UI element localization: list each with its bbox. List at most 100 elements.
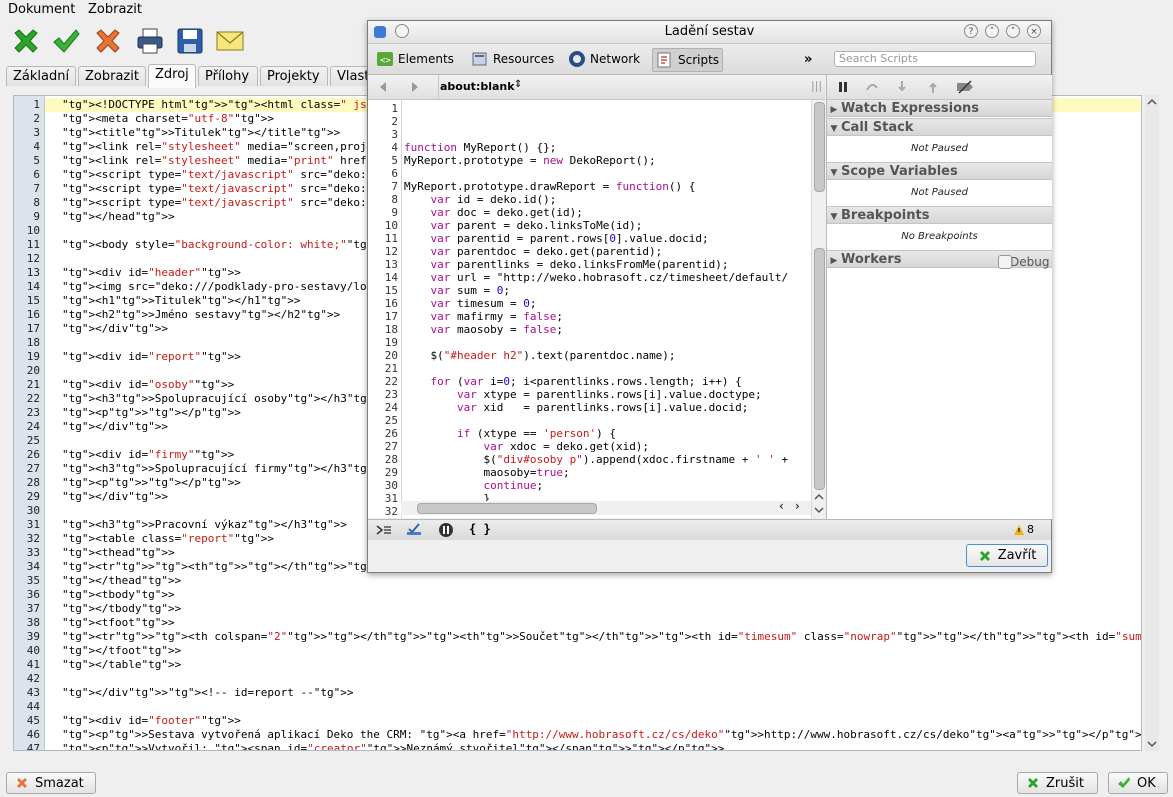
tab-resources[interactable]: Resources [471, 48, 554, 70]
console-icon[interactable] [376, 523, 392, 537]
script-line-number[interactable]: 18 [370, 323, 398, 336]
checkmark-icon[interactable] [49, 24, 83, 58]
script-line-number[interactable]: 27 [370, 440, 398, 453]
script-vscroll-thumb[interactable] [814, 102, 825, 192]
save-icon[interactable] [173, 24, 207, 58]
code-line[interactable]: "tg"></thead"tg">> [62, 574, 181, 587]
print-icon[interactable] [133, 24, 167, 58]
script-line-number[interactable]: 7 [370, 180, 398, 193]
step-out-icon[interactable] [926, 80, 940, 94]
tab-prilohy[interactable]: Přílohy [198, 66, 258, 86]
pause-on-exceptions-icon[interactable] [438, 522, 454, 538]
email-icon[interactable] [213, 24, 247, 58]
back-icon[interactable] [376, 80, 390, 94]
more-tabs-icon[interactable]: » [804, 52, 812, 67]
script-line-number[interactable]: 6 [370, 167, 398, 180]
script-line-number[interactable]: 26 [370, 427, 398, 440]
code-line[interactable]: "tg"></div"tg">>"tg"><!-- id=report --"t… [62, 686, 353, 699]
code-line[interactable]: "tg"><img src="deko:///podklady-pro-sest… [62, 280, 387, 293]
code-line[interactable]: "tg"><div id="footer""tg">> [62, 714, 241, 727]
script-source-view[interactable]: 1 2 3 4 function MyReport() {}; 5 MyReport.pro… [368, 100, 825, 518]
cancel-icon[interactable] [91, 24, 125, 58]
tab-projekty[interactable]: Projekty [260, 66, 328, 86]
script-horizontal-scrollbar[interactable]: ‹ › [401, 499, 811, 515]
search-scripts-input[interactable]: Search Scripts [834, 51, 1036, 67]
help-icon[interactable]: ? [964, 24, 978, 38]
menu-zobrazit[interactable]: Zobrazit [88, 2, 142, 17]
close-button[interactable]: Zavřít [966, 544, 1048, 567]
tab-scripts[interactable]: Scripts [652, 48, 724, 72]
script-line-number[interactable]: 8 [370, 193, 398, 206]
script-line-number[interactable]: 25 [370, 414, 398, 427]
ok-button[interactable]: OK [1108, 772, 1168, 794]
script-scroll-down-icon[interactable] [812, 503, 826, 517]
code-line[interactable]: "tg"></tfoot"tg">> [62, 644, 181, 657]
code-line[interactable]: "tg"></div"tg">> [62, 490, 168, 503]
code-line[interactable]: "tg"><h3"tg">>Spolupracující firmy"tg"><… [62, 462, 387, 475]
code-line[interactable]: "tg"></table"tg">> [62, 658, 181, 671]
code-line[interactable]: "tg"><table class="report""tg">> [62, 532, 274, 545]
check-green-icon[interactable] [9, 24, 43, 58]
menu-dokument[interactable]: Dokument [8, 2, 75, 17]
forward-icon[interactable] [408, 80, 422, 94]
script-line-number[interactable]: 10 [370, 219, 398, 232]
section-header[interactable]: ▶ Watch Expressions [827, 99, 1052, 117]
script-line-number[interactable]: 1 [370, 102, 398, 115]
script-scroll-right-icon[interactable]: › [795, 499, 800, 513]
script-hscroll-thumb[interactable] [417, 503, 597, 514]
code-line[interactable]: "tg"><body style="background-color: whit… [62, 238, 387, 251]
pause-icon[interactable] [836, 80, 850, 94]
code-line[interactable]: "tg"><thead"tg">> [62, 546, 175, 559]
script-vscroll-thumb-2[interactable] [814, 248, 825, 490]
script-line-number[interactable]: 17 [370, 310, 398, 323]
code-line[interactable]: "tg"></head"tg">> [62, 210, 175, 223]
close-icon[interactable]: × [1027, 24, 1041, 38]
minimize-icon[interactable]: ˅ [985, 24, 999, 38]
code-line[interactable]: "tg"><h3"tg">>Spolupracující osoby"tg"><… [62, 392, 387, 405]
warning-count[interactable]: 8 [1027, 523, 1034, 536]
delete-button[interactable]: Smazat [6, 772, 96, 794]
script-line-number[interactable]: 20 [370, 349, 398, 362]
code-line[interactable]: "tg"><h1"tg">>Titulek"tg"></h1"tg">> [62, 294, 300, 307]
script-line-number[interactable]: 9 [370, 206, 398, 219]
script-line-number[interactable]: 5 [370, 154, 398, 167]
code-line[interactable]: "tg"><div id="report""tg">> [62, 350, 241, 363]
cancel-button[interactable]: Zrušit [1017, 772, 1098, 794]
code-line[interactable]: "tg"><link rel="stylesheet" media="print… [62, 154, 387, 167]
script-line-number[interactable]: 3 [370, 128, 398, 141]
script-select-arrow-icon[interactable]: ⇕ [514, 79, 522, 90]
code-line[interactable]: "tg"><h3"tg">>Pracovní výkaz"tg"></h3"tg… [62, 518, 347, 531]
tab-network[interactable]: Network [568, 48, 640, 70]
code-line[interactable]: "tg"><tr"tg">>"tg"><th colspan="2""tg">>… [62, 630, 1141, 643]
debug-checkbox[interactable] [998, 255, 1012, 269]
code-line[interactable]: "tg"><script type="text/javascript" src=… [62, 182, 387, 195]
script-line-number[interactable]: 2 [370, 115, 398, 128]
script-line-number[interactable]: 22 [370, 375, 398, 388]
tab-vlastnosti[interactable]: Vlast [330, 66, 370, 86]
maximize-icon[interactable]: ˄ [1006, 24, 1020, 38]
code-line[interactable]: "tg"><div id="firmy""tg">> [62, 448, 234, 461]
scroll-down-icon[interactable] [1145, 737, 1159, 751]
script-line-number[interactable]: 29 [370, 466, 398, 479]
code-line[interactable]: "tg"><div id="header""tg">> [62, 266, 241, 279]
script-line-number[interactable]: 11 [370, 232, 398, 245]
script-line-number[interactable]: 4 [370, 141, 398, 154]
code-line[interactable]: "tg"></div"tg">> [62, 420, 168, 433]
dialog-titlebar[interactable]: Ladění sestav ? ˅ ˄ × [368, 21, 1051, 44]
section-header[interactable]: ▼ Breakpoints [827, 206, 1052, 224]
script-line-number[interactable]: 14 [370, 271, 398, 284]
script-line-number[interactable]: 31 [370, 492, 398, 505]
debug-toggle[interactable]: Debug [998, 255, 1049, 269]
pretty-print-icon[interactable]: { } [469, 522, 491, 536]
script-line-number[interactable]: 30 [370, 479, 398, 492]
code-line[interactable]: "tg"><p"tg">>"tg"></p"tg">> [62, 476, 241, 489]
script-line-number[interactable]: 12 [370, 245, 398, 258]
code-line[interactable]: "tg"><meta charset="utf-8""tg">> [62, 112, 274, 125]
code-line[interactable]: "tg"><tbody"tg">> [62, 588, 175, 601]
script-line-number[interactable]: 24 [370, 401, 398, 414]
code-line[interactable]: "tg"></div"tg">> [62, 322, 168, 335]
section-header[interactable]: ▼ Call Stack [827, 118, 1052, 136]
script-line-number[interactable]: 15 [370, 284, 398, 297]
script-line-number[interactable]: 19 [370, 336, 398, 349]
editor-vertical-scrollbar[interactable] [1145, 95, 1159, 751]
